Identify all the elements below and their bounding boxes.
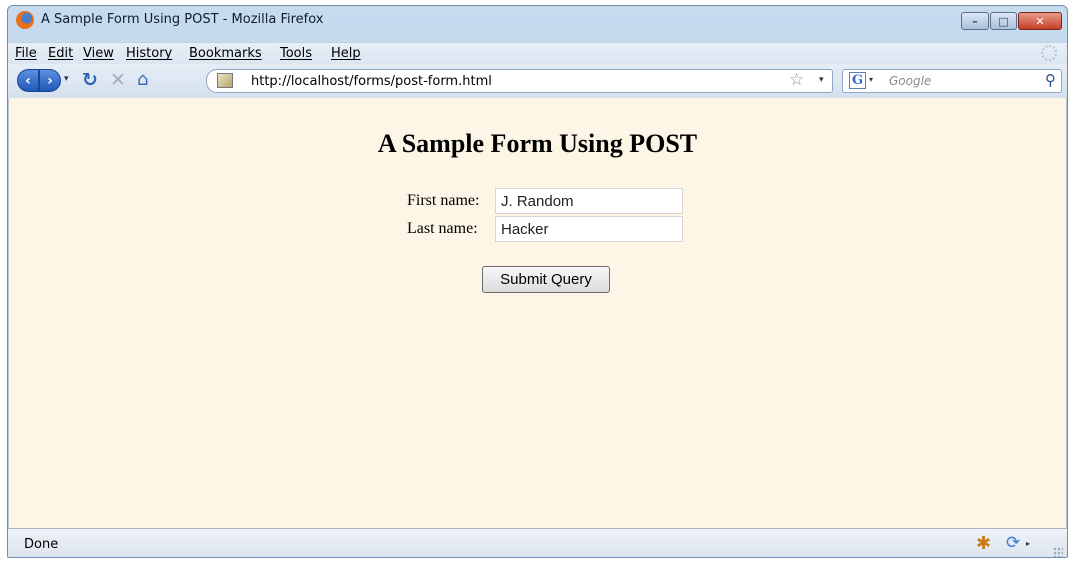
firefox-logo-icon — [16, 11, 34, 29]
url-input[interactable]: http://localhost/forms/post-form.html — [251, 74, 492, 89]
search-engine-icon[interactable]: G — [849, 72, 866, 89]
last-name-label: Last name: — [407, 220, 478, 237]
menu-history[interactable]: History — [126, 46, 172, 61]
browser-window: A Sample Form Using POST - Mozilla Firef… — [7, 5, 1068, 558]
search-engine-dropdown-icon[interactable]: ▾ — [869, 75, 873, 84]
sync-dropdown-icon[interactable]: ▸ — [1026, 539, 1030, 548]
status-text: Done — [24, 537, 59, 552]
navigation-toolbar: ‹ › ▾ ↻ ✕ ⌂ http://localhost/forms/post-… — [8, 64, 1067, 99]
reload-button[interactable]: ↻ — [82, 69, 98, 91]
sync-icon[interactable]: ⟳ — [1006, 533, 1020, 553]
back-button[interactable]: ‹ — [17, 69, 39, 92]
menu-view[interactable]: View — [83, 46, 114, 61]
close-button[interactable]: ✕ — [1018, 12, 1062, 30]
menu-help[interactable]: Help — [331, 46, 361, 61]
minimize-button[interactable]: – — [961, 12, 989, 30]
menu-bookmarks[interactable]: Bookmarks — [189, 46, 262, 61]
menu-file[interactable]: File — [15, 46, 37, 61]
menu-tools[interactable]: Tools — [280, 46, 312, 61]
submit-query-button[interactable]: Submit Query — [482, 266, 610, 293]
status-bar: Done ✱ ⟳ ▸ — [8, 528, 1067, 557]
forward-button[interactable]: › — [39, 69, 61, 92]
search-bar[interactable]: G ▾ Google ⚲ — [842, 69, 1062, 93]
bookmark-star-icon[interactable]: ☆ — [789, 70, 804, 90]
first-name-input[interactable]: J. Random — [495, 188, 683, 214]
home-button[interactable]: ⌂ — [137, 69, 148, 90]
address-bar[interactable]: http://localhost/forms/post-form.html ☆ … — [206, 69, 833, 93]
page-content: A Sample Form Using POST First name: J. … — [8, 98, 1067, 528]
window-title: A Sample Form Using POST - Mozilla Firef… — [41, 12, 324, 27]
menu-edit[interactable]: Edit — [48, 46, 73, 61]
page-heading: A Sample Form Using POST — [377, 129, 698, 158]
url-history-dropdown-icon[interactable]: ▾ — [819, 75, 824, 85]
search-input[interactable]: Google — [889, 74, 931, 88]
title-bar: A Sample Form Using POST - Mozilla Firef… — [8, 6, 1067, 40]
loading-throbber-icon — [1041, 45, 1057, 61]
history-dropdown-icon[interactable]: ▾ — [64, 74, 69, 84]
site-favicon-icon — [217, 73, 233, 88]
addon-icon[interactable]: ✱ — [976, 533, 991, 554]
menu-bar: File Edit View History Bookmarks Tools H… — [8, 42, 1067, 65]
search-go-icon[interactable]: ⚲ — [1045, 71, 1056, 89]
first-name-label: First name: — [407, 192, 480, 209]
stop-button[interactable]: ✕ — [110, 69, 126, 91]
last-name-input[interactable]: Hacker — [495, 216, 683, 242]
resize-grip-icon[interactable] — [1053, 547, 1063, 557]
maximize-button[interactable]: □ — [990, 12, 1017, 30]
